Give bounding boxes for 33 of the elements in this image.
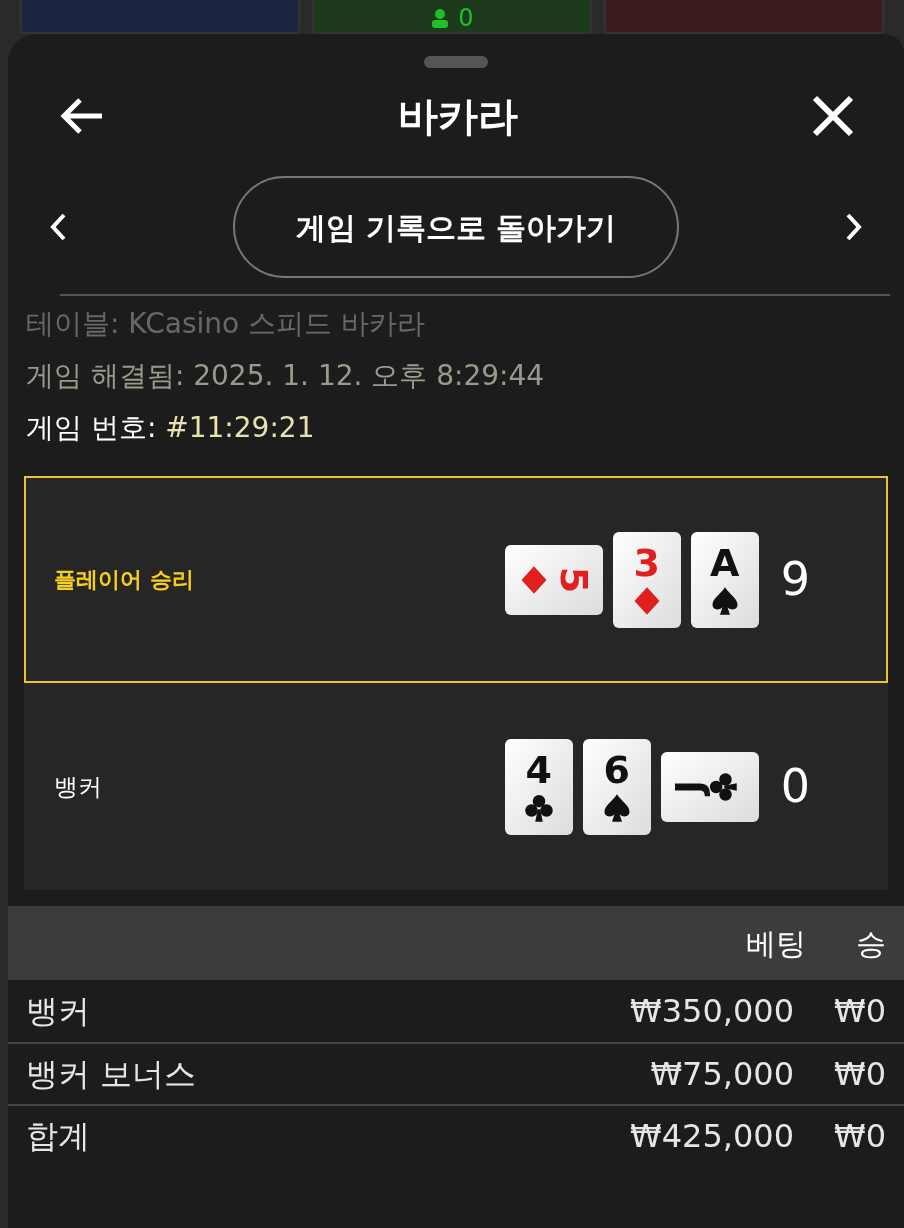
hand-label: 뱅커 [54,771,103,803]
win-amount-cell-text: ₩0 [833,1116,886,1157]
bet-amount-cell-text: ₩75,000 [650,1054,794,1095]
column-header: 베팅 [746,924,806,963]
close-icon[interactable] [812,95,854,137]
card-rank: 5 [555,566,594,593]
bet-amount-cell-text: ₩425,000 [630,1116,794,1157]
clubs-suit-icon [523,792,554,823]
bet-amount-cell-text: ₩350,000 [630,991,794,1032]
card-rank: 6 [603,750,630,789]
back-to-history-button[interactable]: 게임 기록으로 돌아가기 [233,176,679,278]
chevron-right-icon[interactable] [844,212,864,242]
bet-name-cell-text: 합계 [26,1116,91,1157]
hand-score: 9 [780,551,810,608]
sheet-title: 바카라 [398,92,518,141]
hand-label: 플레이어 승리 [54,566,195,594]
info-line: 게임 해결됨: 2025. 1. 12. 오후 8:29:44 [26,358,546,394]
bet-name-cell-text: 뱅커 보너스 [26,1054,198,1095]
player-count: 0 [458,6,474,30]
person-icon [430,8,451,28]
info-line: 게임 번호: #11:29:21 [26,410,316,446]
drag-handle[interactable] [424,56,488,68]
hand-score: 0 [780,758,810,815]
win-amount-cell-text: ₩0 [833,1054,886,1095]
card-rank: A [710,543,740,582]
bet-name-cell-text: 뱅커 [26,991,91,1032]
info-line: 테이블: KCasino 스피드 바카라 [26,306,426,342]
column-header: 승 [856,924,886,963]
chevron-left-icon[interactable] [48,212,68,242]
win-amount-cell-text: ₩0 [833,991,886,1032]
card-rank: 4 [525,750,552,789]
back-arrow-icon[interactable] [58,96,104,136]
card-rank: 3 [633,543,660,582]
